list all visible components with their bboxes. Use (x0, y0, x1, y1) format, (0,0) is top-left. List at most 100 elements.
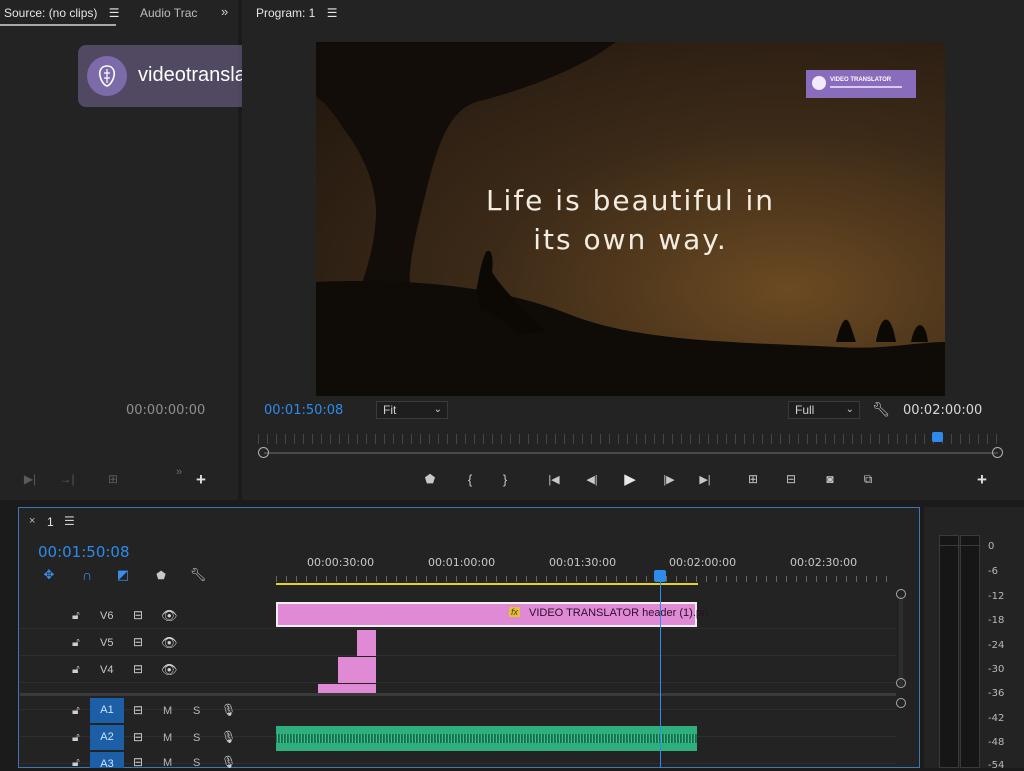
audio-track-tab[interactable]: Audio Trac (140, 6, 197, 20)
lock-icon[interactable]: 🔓︎ (72, 635, 80, 650)
microphone-icon[interactable]: 🎙︎ (221, 755, 236, 768)
solo-button[interactable]: S (193, 705, 200, 717)
quality-value: Full (795, 403, 815, 417)
mute-button[interactable]: M (163, 705, 172, 717)
play-in-to-out-icon[interactable]: ▶| (22, 472, 38, 486)
add-marker-timeline-icon[interactable]: ⬟ (153, 567, 169, 583)
program-scrub-bar[interactable] (264, 452, 998, 454)
eye-icon[interactable]: 👁︎ (161, 635, 178, 651)
lock-icon[interactable]: 🔓︎ (72, 730, 80, 745)
microphone-icon[interactable]: 🎙︎ (221, 703, 236, 717)
eye-icon[interactable]: 👁︎ (161, 662, 178, 678)
meter-label: -42 (988, 713, 1005, 724)
scrub-end-handle[interactable] (992, 447, 1003, 458)
more-controls-icon[interactable]: » (176, 466, 182, 478)
program-menu-icon[interactable]: ☰ (327, 6, 338, 20)
track-header-a2: 🔓︎ A2 ⊟ M S 🎙︎ (20, 725, 276, 752)
source-tab[interactable]: Source: (no clips) ☰ (4, 6, 119, 20)
clip-v3-partial[interactable] (318, 684, 376, 693)
ruler-label: 00:02:30:00 (790, 556, 858, 569)
snap-magnet-icon[interactable]: ∩ (78, 567, 96, 583)
wrench-icon[interactable]: 🔧︎ (872, 400, 890, 418)
mark-out-icon[interactable]: } (499, 471, 511, 487)
timeline-timecode[interactable]: 00:01:50:08 (38, 543, 130, 561)
step-forward-icon[interactable]: |▶ (660, 472, 678, 486)
track-target-a1[interactable]: A1 (90, 698, 124, 723)
meter-label: 0 (988, 541, 995, 552)
toggle-sync-icon[interactable]: ⊟ (133, 662, 143, 676)
timeline-playhead-handle[interactable] (654, 570, 666, 582)
timeline-ruler[interactable]: 00:00:30:00 00:01:00:00 00:01:30:00 00:0… (276, 552, 896, 588)
extract-icon[interactable]: ⊟ (780, 472, 802, 486)
work-area-bar[interactable] (276, 583, 698, 585)
clip-v6-header[interactable]: fx VIDEO TRANSLATOR header (1).pn (276, 602, 708, 627)
meter-label: -54 (988, 760, 1005, 771)
lock-icon[interactable]: 🔓︎ (72, 703, 80, 718)
linked-selection-icon[interactable]: ◩ (114, 567, 132, 583)
clip-v5[interactable] (357, 630, 376, 656)
nest-sequence-icon[interactable]: ✥ (40, 567, 58, 583)
video-preview: Life is beautiful in its own way. VIDEO … (316, 42, 945, 396)
toggle-sync-icon[interactable]: ⊟ (133, 730, 143, 744)
close-sequence-icon[interactable]: × (29, 515, 35, 527)
fit-dropdown[interactable]: Fit ⌄ (376, 401, 448, 419)
toggle-sync-icon[interactable]: ⊟ (133, 635, 143, 649)
badge-logo (812, 76, 826, 90)
scroll-handle-top[interactable] (896, 589, 906, 599)
face-logo-icon (98, 65, 116, 87)
panel-menu-icon[interactable]: ☰ (109, 6, 120, 20)
camera-icon[interactable]: ◙ (821, 472, 839, 486)
video-audio-divider (20, 693, 896, 696)
sequence-menu-icon[interactable]: ☰ (64, 514, 75, 528)
expand-panels-icon[interactable]: » (221, 4, 228, 19)
sequence-tab-label[interactable]: 1 (47, 515, 54, 529)
track-label[interactable]: V6 (100, 610, 113, 622)
solo-button[interactable]: S (193, 757, 200, 768)
ruler-label: 00:02:00:00 (669, 556, 737, 569)
quality-dropdown[interactable]: Full ⌄ (788, 401, 860, 419)
scroll-handle-audio[interactable] (896, 698, 906, 708)
track-header-v6: 🔓︎ V6 ⊟ 👁︎ (20, 603, 276, 630)
lift-icon[interactable]: ⊞ (742, 472, 764, 486)
mute-button[interactable]: M (163, 732, 172, 744)
step-back-icon[interactable]: ◀| (583, 472, 601, 486)
compare-view-icon[interactable]: ⧉ (858, 471, 878, 487)
clip-v4[interactable] (338, 657, 376, 683)
audio-waveform (276, 734, 697, 743)
track-label[interactable]: V4 (100, 664, 113, 676)
play-icon[interactable]: ▶ (621, 471, 639, 488)
scroll-handle-mid[interactable] (896, 678, 906, 688)
fit-value: Fit (383, 403, 397, 417)
program-ruler[interactable] (258, 434, 1000, 444)
overwrite-icon[interactable]: ⊞ (102, 472, 124, 486)
insert-icon[interactable]: →| (58, 472, 76, 486)
meter-label: -24 (988, 640, 1005, 651)
mark-in-icon[interactable]: { (464, 471, 476, 487)
track-label[interactable]: V5 (100, 637, 113, 649)
lock-icon[interactable]: 🔓︎ (72, 608, 80, 623)
go-to-in-icon[interactable]: |◀ (544, 472, 564, 486)
add-button-icon[interactable]: + (196, 470, 206, 490)
track-target-a3[interactable]: A3 (90, 752, 124, 768)
toggle-sync-icon[interactable]: ⊟ (133, 755, 143, 768)
track-target-a2[interactable]: A2 (90, 725, 124, 750)
program-title[interactable]: Program: 1 ☰ (256, 6, 337, 20)
microphone-icon[interactable]: 🎙︎ (221, 730, 236, 744)
clip-a2-audio[interactable] (276, 726, 697, 751)
program-playhead[interactable] (932, 432, 943, 442)
mute-button[interactable]: M (163, 757, 172, 768)
eye-icon[interactable]: 👁︎ (161, 608, 178, 624)
go-to-out-icon[interactable]: ▶| (695, 472, 715, 486)
toggle-sync-icon[interactable]: ⊟ (133, 703, 143, 717)
add-marker-icon[interactable]: ⬟ (423, 472, 437, 486)
ruler-label: 00:01:30:00 (549, 556, 617, 569)
timeline-settings-wrench-icon[interactable]: 🔧︎ (189, 566, 207, 584)
program-current-timecode[interactable]: 00:01:50:08 (264, 403, 343, 418)
video-scrollbar[interactable] (899, 596, 903, 686)
toggle-sync-icon[interactable]: ⊟ (133, 608, 143, 622)
scrub-start-handle[interactable] (258, 447, 269, 458)
program-add-button-icon[interactable]: + (977, 470, 987, 490)
lock-icon[interactable]: 🔓︎ (72, 662, 80, 677)
lock-icon[interactable]: 🔓︎ (72, 755, 80, 768)
solo-button[interactable]: S (193, 732, 200, 744)
